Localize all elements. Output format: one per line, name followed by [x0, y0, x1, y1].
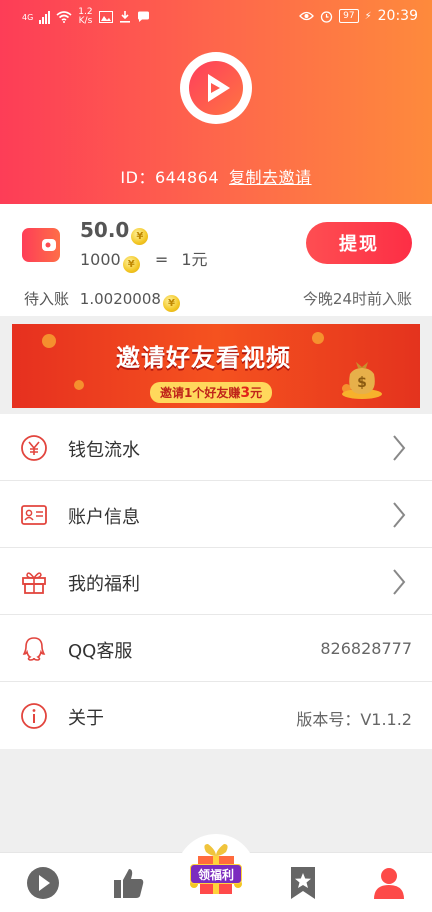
qq-number: 826828777: [320, 639, 412, 658]
invite-banner[interactable]: 邀请好友看视频 邀请1个好友赚3元 $: [12, 324, 420, 408]
coin-decoration: [42, 334, 56, 348]
coin-icon: ¥: [131, 228, 149, 245]
coin-icon: ¥: [162, 295, 180, 312]
info-icon: [21, 703, 47, 729]
withdraw-button[interactable]: 提现: [306, 222, 412, 264]
copy-invite-link[interactable]: 复制去邀请: [229, 168, 312, 187]
menu-item-qq-support[interactable]: QQ客服 826828777: [0, 615, 432, 682]
menu-item-label: 钱包流水: [68, 440, 140, 461]
menu-item-label: QQ客服: [68, 641, 133, 662]
banner-title: 邀请好友看视频: [116, 344, 291, 372]
chevron-right-icon: [393, 502, 406, 528]
battery-indicator: 97: [339, 9, 359, 23]
person-icon[interactable]: [371, 865, 407, 901]
charging-icon: ⚡: [364, 10, 372, 22]
image-icon: [98, 11, 113, 23]
money-bag-icon: $: [342, 362, 382, 399]
coin-icon: ¥: [122, 256, 140, 273]
menu-item-my-benefits[interactable]: 我的福利: [0, 548, 432, 615]
qq-icon: [22, 637, 46, 661]
user-id: ID：644864: [120, 168, 220, 187]
menu-item-label: 关于: [68, 708, 104, 729]
message-icon: [137, 11, 149, 22]
user-id-line: ID：644864 复制去邀请: [0, 164, 432, 188]
coin-balance: 50.0 ¥: [80, 218, 149, 245]
wifi-icon: [56, 11, 72, 23]
version-number: 版本号：V1.1.2: [296, 710, 412, 729]
clock-time: 20:39: [377, 8, 418, 24]
play-logo-icon: [189, 61, 243, 115]
thumbs-up-icon[interactable]: [111, 865, 147, 901]
play-icon[interactable]: [25, 865, 61, 901]
network-type: 4G: [22, 12, 34, 22]
menu-item-account-info[interactable]: 账户信息: [0, 481, 432, 548]
exchange-rate: 1000 ¥ = 1元: [80, 246, 208, 273]
benefits-tab-label[interactable]: 领福利: [190, 864, 242, 884]
wallet-card: 50.0 ¥ 1000 ¥ = 1元 提现 待入账 1.0020008 ¥ 今晚24时…: [0, 204, 432, 316]
gift-icon: [22, 572, 46, 594]
yen-circle-icon: [21, 435, 47, 461]
status-bar: 4G 1.2 K/s 97 ⚡ 20:39: [0, 0, 432, 34]
profile-header: 4G 1.2 K/s 97 ⚡ 20:39 ID：644864 复制去邀请: [0, 0, 432, 204]
menu-item-wallet-history[interactable]: 钱包流水: [0, 414, 432, 481]
chevron-right-icon: [393, 569, 406, 595]
app-logo: [180, 52, 252, 124]
signal-icon: [39, 10, 51, 24]
menu-item-label: 我的福利: [68, 574, 140, 595]
coin-decoration: [74, 380, 84, 390]
banner-subtitle: 邀请1个好友赚3元: [150, 382, 273, 403]
pending-amount: 待入账 1.0020008 ¥: [24, 288, 180, 312]
svg-text:$: $: [357, 375, 367, 391]
download-icon: [119, 11, 130, 23]
wallet-icon: [22, 228, 60, 262]
alarm-icon: [321, 10, 333, 23]
id-card-icon: [21, 505, 47, 525]
bookmark-star-icon[interactable]: [285, 865, 321, 901]
settlement-note: 今晚24时前入账: [302, 290, 412, 308]
settings-menu: 钱包流水 账户信息 我的福利 QQ客服 826828777 关于 版本号：V1.…: [0, 414, 432, 749]
coin-decoration: [312, 332, 324, 344]
menu-item-about[interactable]: 关于 版本号：V1.1.2: [0, 682, 432, 749]
menu-item-label: 账户信息: [68, 507, 140, 528]
chevron-right-icon: [393, 435, 406, 461]
network-speed: 1.2 K/s: [78, 7, 93, 26]
eye-icon: [299, 11, 315, 21]
